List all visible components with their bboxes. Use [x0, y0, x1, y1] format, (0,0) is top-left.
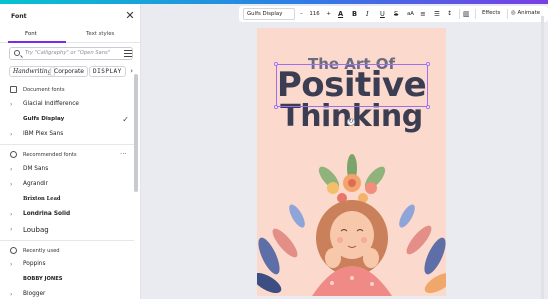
tab-text-styles[interactable]: Text styles — [86, 31, 114, 37]
list-icon[interactable]: ☰ — [434, 9, 440, 19]
canvas-scrollbar[interactable] — [541, 16, 544, 299]
toolbar-divider — [507, 9, 508, 19]
toolbar-divider — [459, 9, 460, 19]
font-row-blogger[interactable]: › Blogger — [10, 291, 132, 299]
recommended-icon — [10, 151, 17, 158]
clock-icon — [10, 247, 17, 254]
font-row-gulfs[interactable]: Gulfs Display ✓ — [10, 115, 132, 126]
more-options-icon[interactable]: ··· — [120, 150, 127, 158]
font-panel: Font ✕ Font Text styles Try "Calligraphy… — [0, 4, 141, 299]
font-row-brixton[interactable]: Brixton Lead — [10, 196, 132, 206]
font-name: DM Sans — [23, 166, 49, 172]
layout-icon[interactable]: ▥ — [463, 9, 470, 19]
font-name: Loubag — [23, 226, 49, 234]
font-name: Blogger — [23, 291, 46, 297]
chevron-right-icon[interactable]: › — [10, 211, 12, 218]
selection-box[interactable] — [276, 64, 428, 107]
chip-corporate[interactable]: Corporate — [50, 66, 88, 77]
font-row-agrandir[interactable]: › Agrandir — [10, 181, 132, 191]
head-flowers — [318, 154, 386, 203]
toolbar-divider — [475, 9, 476, 19]
recently-used-label: Recently used — [23, 248, 60, 254]
font-family-select[interactable]: Gulfs Display — [243, 8, 295, 20]
section-divider — [0, 144, 134, 145]
font-row-poppins[interactable]: › Poppins — [10, 261, 132, 271]
search-icon — [14, 50, 20, 56]
rotate-icon[interactable]: ↻ — [347, 118, 355, 126]
chevron-right-icon[interactable]: › — [10, 131, 12, 138]
panel-scrollbar[interactable] — [134, 74, 138, 192]
bold-button[interactable]: B — [352, 9, 357, 19]
filter-icon[interactable] — [124, 50, 132, 57]
document-fonts-label: Document fonts — [23, 87, 65, 93]
font-name: Londrina Solid — [23, 211, 71, 217]
font-name: IBM Plex Sans — [23, 131, 64, 137]
font-category-chips: Handwriting Corporate DISPLAY › — [9, 66, 133, 78]
font-row-dm-sans[interactable]: › DM Sans — [10, 166, 132, 176]
close-icon[interactable]: ✕ — [124, 10, 136, 22]
chip-display[interactable]: DISPLAY — [89, 66, 126, 77]
font-name: Agrandir — [23, 181, 48, 187]
font-row-glacial[interactable]: › Glacial Indifference — [10, 101, 132, 111]
font-name: Poppins — [23, 261, 46, 267]
chevron-right-icon[interactable]: › — [10, 261, 12, 268]
body — [312, 266, 392, 296]
font-name: Brixton Lead — [23, 196, 61, 202]
font-size-stepper[interactable]: – 116 + — [300, 8, 334, 20]
search-placeholder: Try "Calligraphy" or "Open Sans" — [25, 50, 111, 56]
increase-icon[interactable]: + — [326, 11, 331, 17]
letter-case-button[interactable]: aA — [407, 9, 414, 19]
font-name: Gulfs Display — [23, 116, 65, 122]
font-row-bobby-jones[interactable]: BOBBY JONES — [10, 276, 132, 286]
recommended-fonts-label: Recommended fonts — [23, 152, 77, 158]
animate-icon: ◎ — [511, 10, 516, 16]
chevron-right-icon[interactable]: › — [10, 181, 12, 188]
decrease-icon[interactable]: – — [300, 11, 303, 17]
font-name: BOBBY JONES — [23, 276, 63, 282]
active-tab-indicator — [8, 41, 66, 43]
spacing-icon[interactable]: ↕ — [447, 9, 452, 19]
document-icon — [10, 86, 17, 93]
animate-label: Animate — [517, 10, 541, 16]
effects-button[interactable]: Effects — [482, 10, 500, 16]
text-toolbar: Gulfs Display – 116 + A B I U S aA ≡ ☰ ↕… — [239, 6, 548, 22]
chevron-right-icon[interactable]: › — [10, 166, 12, 173]
font-row-londrina[interactable]: › Londrina Solid — [10, 211, 132, 221]
italic-button[interactable]: I — [366, 9, 369, 19]
chip-handwriting[interactable]: Handwriting — [9, 66, 56, 77]
font-size-value[interactable]: 116 — [309, 11, 319, 17]
resize-handle[interactable] — [274, 105, 278, 109]
chevron-right-icon[interactable]: › — [10, 101, 12, 108]
resize-handle[interactable] — [426, 62, 430, 66]
align-center-icon[interactable]: ≡ — [420, 9, 426, 19]
checkmark-icon: ✓ — [122, 115, 129, 124]
strikethrough-button[interactable]: S — [394, 9, 398, 19]
font-search-input[interactable]: Try "Calligraphy" or "Open Sans" — [9, 47, 133, 60]
font-row-loubag[interactable]: › Loubag — [10, 226, 132, 236]
panel-title: Font — [11, 13, 27, 20]
resize-handle[interactable] — [426, 105, 430, 109]
chevron-right-icon[interactable]: › — [10, 291, 12, 298]
text-color-icon[interactable]: A — [338, 9, 343, 19]
tab-font[interactable]: Font — [25, 31, 37, 37]
resize-handle[interactable] — [274, 62, 278, 66]
animate-button[interactable]: ◎ Animate — [511, 10, 540, 16]
section-divider — [0, 240, 134, 241]
chevron-right-icon[interactable]: › — [10, 226, 12, 233]
chevron-right-icon[interactable]: › — [130, 67, 133, 75]
font-name: Glacial Indifference — [23, 101, 79, 107]
underline-button[interactable]: U — [380, 9, 385, 19]
font-row-ibm-plex[interactable]: › IBM Plex Sans — [10, 131, 132, 141]
